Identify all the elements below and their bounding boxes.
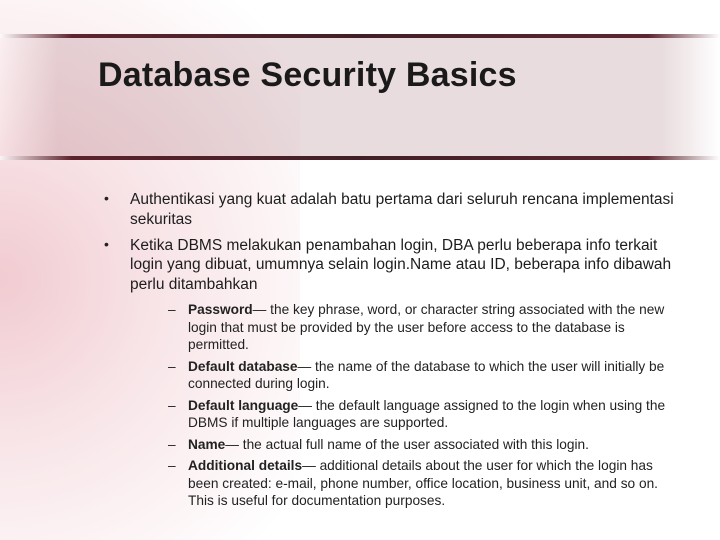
sub-item: Default database— the name of the databa… [164,358,680,393]
slide-title: Database Security Basics [98,56,517,95]
title-bar [0,34,720,160]
sub-term: Default language [188,398,298,413]
bullet-item: Ketika DBMS melakukan penambahan login, … [98,236,680,510]
title-bar-bottom-rule [0,156,720,160]
sub-term: Additional details [188,458,302,473]
sub-item: Default language— the default language a… [164,397,680,432]
bullet-list: Authentikasi yang kuat adalah batu perta… [98,190,680,510]
sub-term: Password [188,302,253,317]
sub-desc: — the key phrase, word, or character str… [188,302,664,352]
sub-item: Name— the actual full name of the user a… [164,436,680,454]
sub-item: Additional details— additional details a… [164,457,680,510]
sub-item: Password— the key phrase, word, or chara… [164,301,680,354]
slide: Database Security Basics Authentikasi ya… [0,0,720,540]
bullet-item: Authentikasi yang kuat adalah batu perta… [98,190,680,230]
sub-desc: — the actual full name of the user assoc… [225,437,589,452]
sub-list: Password— the key phrase, word, or chara… [130,301,680,510]
sub-term: Default database [188,359,298,374]
slide-content: Authentikasi yang kuat adalah batu perta… [98,190,680,516]
sub-term: Name [188,437,225,452]
bullet-text: Ketika DBMS melakukan penambahan login, … [130,237,671,294]
